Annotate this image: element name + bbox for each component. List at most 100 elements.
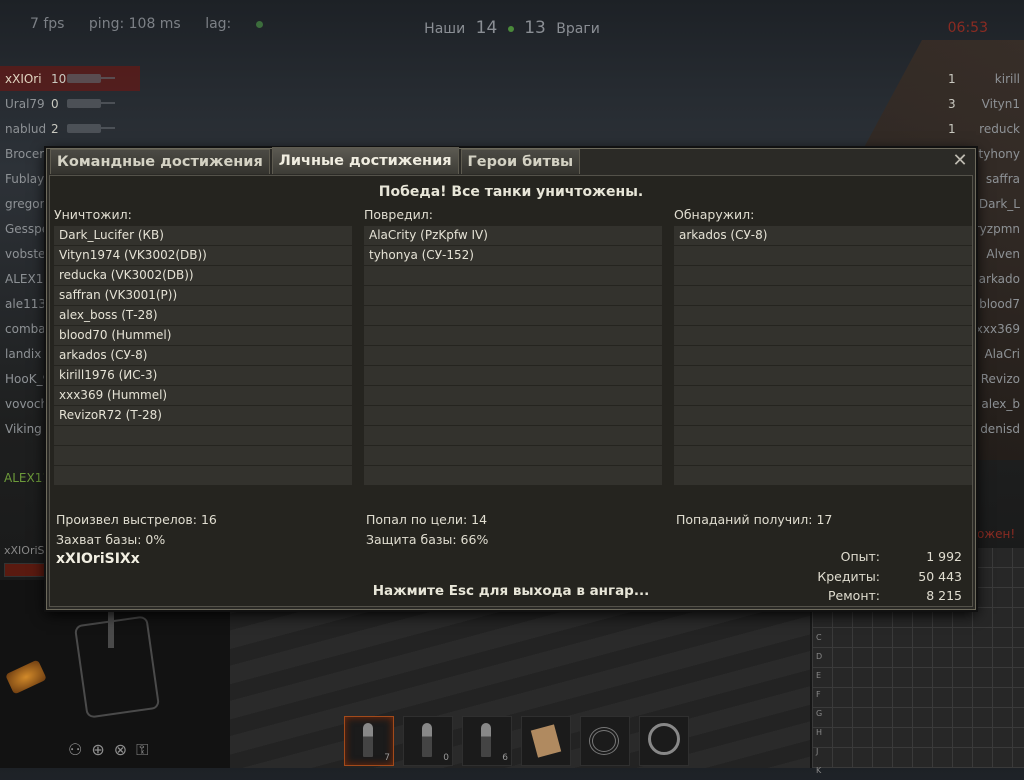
repair-kit-icon bbox=[530, 724, 562, 758]
enemy-label: Враги bbox=[556, 21, 600, 37]
hits-dealt: Попал по цели: 14 bbox=[366, 512, 488, 527]
list-item bbox=[364, 426, 662, 445]
tank-type-icon bbox=[67, 124, 115, 133]
destroyed-header: Уничтожил: bbox=[54, 207, 132, 222]
shots-fired: Произвел выстрелов: 16 bbox=[56, 512, 217, 527]
list-item bbox=[674, 386, 972, 405]
list-item: blood70 (Hummel) bbox=[54, 326, 352, 345]
destroyed-list: Dark_Lucifer (КВ) Vityn1974 (VK3002(DB)) r… bbox=[54, 226, 352, 485]
ally-label: Наши bbox=[424, 21, 466, 37]
dialog-tabs: Командные достижения Личные достижения Гер… bbox=[50, 147, 582, 175]
enemy-player-row: 3 Vityn1 bbox=[894, 91, 1024, 116]
damaged-header: Повредил: bbox=[364, 207, 434, 222]
player-name: Brocer bbox=[5, 146, 45, 161]
tab-team-achievements[interactable]: Командные достижения bbox=[50, 149, 270, 174]
list-item bbox=[364, 386, 662, 405]
minimap-row-letter: K bbox=[816, 766, 822, 775]
tab-personal-achievements[interactable]: Личные достижения bbox=[271, 147, 459, 174]
consumable-slot[interactable]: 0 bbox=[403, 716, 453, 766]
player-name: gregor bbox=[5, 196, 45, 211]
player-frags: 2 bbox=[51, 121, 59, 136]
list-item bbox=[364, 346, 662, 365]
player-name: nablud bbox=[5, 121, 47, 136]
ally-player-row: nablud 2 bbox=[0, 116, 140, 141]
list-item bbox=[674, 246, 972, 265]
team-score: Наши 14 13 Враги bbox=[0, 18, 1024, 38]
close-icon[interactable]: ✕ bbox=[951, 152, 969, 170]
player-frags: 1 bbox=[948, 121, 956, 136]
personal-achievements-panel: Победа! Все танки уничтожены. Уничтожил:… bbox=[49, 175, 973, 607]
tab-battle-heroes[interactable]: Герои битвы bbox=[460, 149, 581, 174]
fire-extinguisher-icon bbox=[648, 723, 680, 755]
list-item bbox=[674, 306, 972, 325]
list-item: arkados (СУ-8) bbox=[54, 346, 352, 365]
ally-score: 14 bbox=[475, 18, 498, 38]
list-item: RevizoR72 (Т-28) bbox=[54, 406, 352, 425]
player-frags: 3 bbox=[948, 96, 956, 111]
player-name: xXIOriSIXx bbox=[56, 551, 140, 567]
reward-experience: Опыт: 1 992 bbox=[762, 549, 962, 564]
list-item bbox=[364, 286, 662, 305]
reward-value: 50 443 bbox=[918, 569, 962, 584]
list-item: tyhonya (СУ-152) bbox=[364, 246, 662, 265]
consumable-slot[interactable] bbox=[521, 716, 571, 766]
player-short-name: xXIOriSI bbox=[4, 544, 48, 557]
player-name: Fublay bbox=[5, 171, 45, 186]
player-name: ALEX11 bbox=[5, 271, 51, 286]
consumable-slot[interactable] bbox=[639, 716, 689, 766]
player-name: HooK_9 bbox=[5, 371, 51, 386]
player-name: Viking bbox=[5, 421, 42, 436]
list-item bbox=[54, 446, 352, 465]
ally-player-row: Ural79 0 bbox=[0, 91, 140, 116]
consumable-slot[interactable] bbox=[580, 716, 630, 766]
list-item bbox=[364, 406, 662, 425]
minimap-row-letter: C bbox=[816, 633, 822, 642]
enemy-score: 13 bbox=[524, 18, 546, 38]
list-item: reducka (VK3002(DB)) bbox=[54, 266, 352, 285]
minimap-row-letter: J bbox=[816, 747, 819, 756]
minimap-row-letter: D bbox=[816, 652, 823, 661]
hits-received: Попаданий получил: 17 bbox=[676, 512, 833, 527]
player-name: xXIOri bbox=[5, 71, 42, 86]
list-item: saffran (VK3001(P)) bbox=[54, 286, 352, 305]
tank-damage-icon bbox=[73, 615, 161, 719]
ap-shell-icon bbox=[363, 723, 373, 757]
consumables-bar: 7 0 6 bbox=[344, 716, 689, 766]
tank-type-icon bbox=[67, 74, 115, 83]
list-item bbox=[674, 466, 972, 485]
reward-credits: Кредиты: 50 443 bbox=[762, 569, 962, 584]
consumable-slot[interactable]: 6 bbox=[462, 716, 512, 766]
player-name: combat bbox=[5, 321, 51, 336]
player-name: vobste bbox=[5, 246, 46, 261]
list-item bbox=[364, 366, 662, 385]
list-item bbox=[364, 446, 662, 465]
list-item: xxx369 (Hummel) bbox=[54, 386, 352, 405]
list-item bbox=[674, 426, 972, 445]
consumable-slot[interactable]: 7 bbox=[344, 716, 394, 766]
player-frags: 1 bbox=[948, 71, 956, 86]
list-item: arkados (СУ-8) bbox=[674, 226, 972, 245]
player-name: reduck bbox=[979, 121, 1020, 136]
list-item bbox=[364, 326, 662, 345]
list-item bbox=[674, 286, 972, 305]
crew-icons: ⚇⊕⊗⚿ bbox=[68, 740, 158, 759]
list-item: Vityn1974 (VK3002(DB)) bbox=[54, 246, 352, 265]
score-separator-icon bbox=[507, 26, 514, 32]
player-name: ale113 bbox=[5, 296, 46, 311]
enemy-player-row: 1 reduck bbox=[894, 116, 1024, 141]
reward-label: Опыт: bbox=[840, 549, 880, 564]
list-item bbox=[54, 426, 352, 445]
list-item bbox=[674, 346, 972, 365]
enemy-player-row: 1 kirill bbox=[894, 66, 1024, 91]
spotted-column: Обнаружил: arkados (СУ-8) bbox=[674, 207, 972, 486]
battle-timer: 06:53 bbox=[947, 20, 988, 36]
player-name: Vityn1 bbox=[981, 96, 1020, 111]
first-aid-icon bbox=[589, 727, 619, 755]
list-item bbox=[364, 306, 662, 325]
tank-type-icon bbox=[67, 99, 115, 108]
list-item bbox=[674, 326, 972, 345]
player-name: landix bbox=[5, 346, 42, 361]
reward-value: 1 992 bbox=[926, 549, 962, 564]
player-name: Gesspe bbox=[5, 221, 50, 236]
battle-results-dialog: Командные достижения Личные достижения Гер… bbox=[46, 147, 976, 610]
